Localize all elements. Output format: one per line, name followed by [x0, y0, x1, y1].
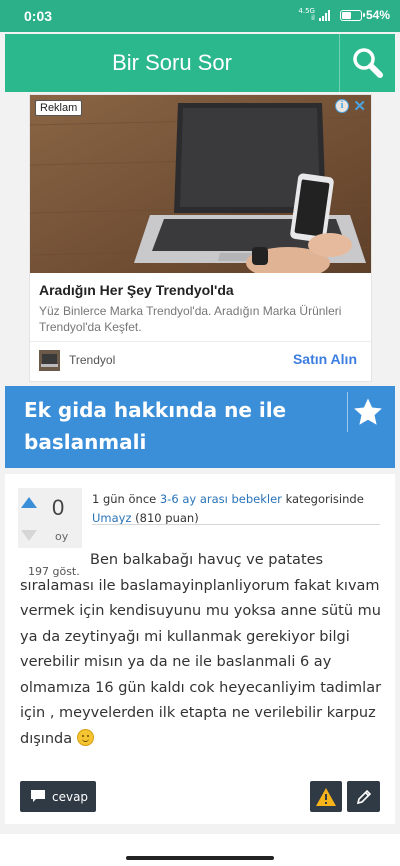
laptop-photo	[30, 95, 371, 273]
close-icon[interactable]: ✕	[353, 97, 366, 115]
question-meta: 1 gün önce 3-6 ay arası bebekler kategor…	[92, 490, 382, 528]
user-points: (810 puan)	[135, 511, 199, 525]
navigation-bar	[0, 834, 400, 866]
app-bar: Bir Soru Sor	[5, 34, 395, 92]
battery-percent: 54%	[365, 8, 390, 22]
ad-banner[interactable]: Reklam i ✕ Aradığın Her Şey Trendyol'da …	[29, 94, 372, 382]
question-text: Ben balkabağı havuç ve patates sıralamas…	[20, 552, 382, 747]
ad-cta-button[interactable]: Satın Alın	[293, 351, 357, 367]
vote-count: 0	[52, 495, 65, 520]
home-gesture-bar[interactable]	[126, 856, 274, 860]
question-title: Ek gida hakkında ne ile baslanmali	[24, 398, 287, 454]
pencil-icon	[356, 789, 371, 804]
star-icon	[353, 398, 382, 425]
smiley-emoji	[76, 728, 94, 746]
search-icon	[353, 48, 383, 78]
app-title[interactable]: Bir Soru Sor	[5, 34, 339, 92]
ad-brand[interactable]: Trendyol	[69, 353, 115, 367]
favorite-button[interactable]	[347, 392, 387, 432]
brand-logo	[39, 350, 60, 371]
ad-headline[interactable]: Aradığın Her Şey Trendyol'da	[39, 282, 234, 298]
status-time: 0:03	[24, 8, 53, 24]
meta-divider	[92, 524, 380, 525]
meta-time: 1 gün önce	[92, 492, 157, 506]
edit-button[interactable]	[347, 781, 380, 812]
report-button[interactable]	[310, 781, 342, 812]
question-body: Ben balkabağı havuç ve patates sıralamas…	[20, 548, 382, 752]
status-indicators: 4.5G il 54%	[298, 7, 390, 23]
divider	[30, 341, 371, 342]
ad-description[interactable]: Yüz Binlerce Marka Trendyol'da. Aradığın…	[39, 303, 364, 335]
answer-button[interactable]: cevap	[20, 781, 96, 812]
ad-image[interactable]: Reklam i ✕	[30, 95, 371, 273]
vote-down-icon[interactable]	[21, 530, 37, 541]
ad-label: Reklam	[35, 100, 83, 116]
question-header: Ek gida hakkında ne ile baslanmali	[5, 386, 395, 468]
warning-icon	[316, 787, 336, 806]
meta-category-suffix: kategorisinde	[285, 492, 364, 506]
vote-up-icon[interactable]	[21, 497, 37, 508]
category-link[interactable]: 3-6 ay arası bebekler	[160, 492, 282, 506]
comment-icon	[31, 790, 45, 802]
signal-icon	[318, 9, 330, 21]
battery-icon	[339, 9, 365, 21]
vote-label: oy	[55, 530, 69, 543]
network-indicator: 4.5G il	[298, 7, 315, 22]
user-link[interactable]: Umayz	[92, 511, 132, 525]
search-button[interactable]	[339, 34, 395, 92]
info-icon[interactable]: i	[335, 99, 349, 113]
status-bar: 0:03 4.5G il 54%	[0, 0, 400, 32]
answer-label: cevap	[52, 789, 89, 804]
